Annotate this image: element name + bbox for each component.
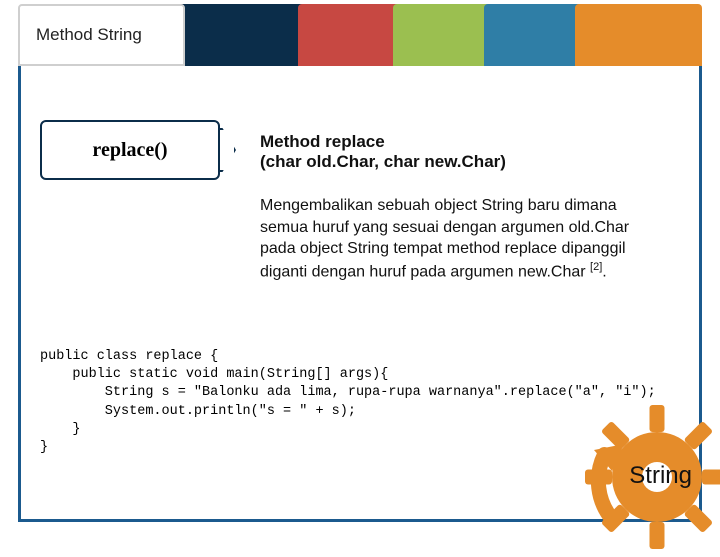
content-heading-line1: Method replace	[260, 132, 385, 152]
tab-navy	[163, 4, 320, 66]
method-pill: replace()	[40, 120, 235, 180]
tab-orange	[575, 4, 702, 66]
code-block: public class replace { public static voi…	[40, 348, 656, 457]
gear-label: String	[629, 462, 692, 490]
slide-title: Method String	[36, 25, 142, 45]
code-line: System.out.println("s = " + s);	[40, 404, 356, 419]
method-pill-label: replace()	[40, 120, 220, 180]
code-line: public class replace {	[40, 349, 218, 364]
desc-text: Mengembalikan sebuah object String baru …	[260, 197, 629, 280]
tab-title: Method String	[18, 4, 185, 66]
content-description: Mengembalikan sebuah object String baru …	[260, 195, 660, 283]
desc-ref: [2]	[590, 261, 602, 273]
code-line: public static void main(String[] args){	[40, 367, 388, 382]
top-tab-strip: Method String	[18, 4, 702, 66]
code-line: String s = "Balonku ada lima, rupa-rupa …	[40, 385, 656, 400]
code-line: }	[40, 422, 81, 437]
desc-text-end: .	[602, 263, 606, 280]
content-heading-line2: (char old.Char, char new.Char)	[260, 152, 506, 172]
code-line: }	[40, 440, 48, 455]
